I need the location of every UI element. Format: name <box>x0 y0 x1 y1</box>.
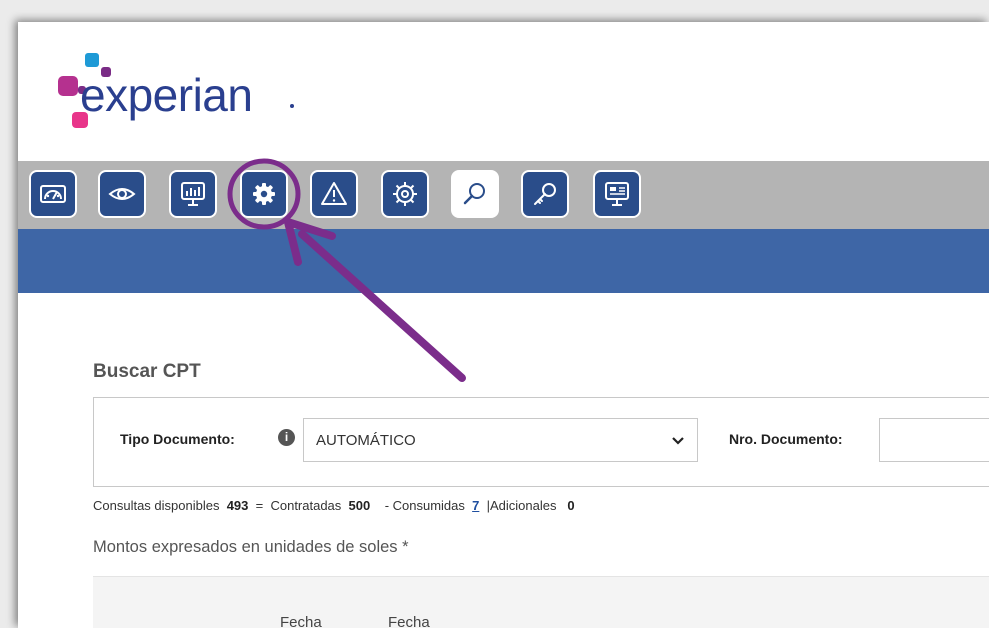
toolbar <box>18 161 989 229</box>
adicionales-label: Adicionales <box>489 498 557 513</box>
tipo-documento-label: Tipo Documento: <box>120 431 235 447</box>
gear-icon <box>253 183 275 205</box>
currency-note: Montos expresados en unidades de soles * <box>93 538 409 556</box>
logo-dot-magenta <box>58 76 78 96</box>
key-icon <box>534 183 556 205</box>
toolbar-monitor-button[interactable] <box>593 170 641 218</box>
disponibles-value: 493 <box>226 498 249 513</box>
toolbar-settings-button[interactable] <box>240 170 288 218</box>
tipo-documento-value: AUTOMÁTICO <box>316 432 416 449</box>
info-icon[interactable]: i <box>278 429 295 446</box>
warning-icon <box>321 182 347 205</box>
adicionales-value: 0 <box>567 498 575 513</box>
eye-icon <box>108 188 136 200</box>
toolbar-reports-button[interactable] <box>169 170 217 218</box>
logo-wordmark: experian <box>80 69 253 121</box>
toolbar-access-button[interactable] <box>521 170 569 218</box>
toolbar-search-button[interactable] <box>451 170 499 218</box>
screen-report-icon <box>605 182 629 206</box>
equals-sign: = <box>255 498 264 513</box>
search-icon <box>463 183 485 205</box>
tipo-documento-select[interactable]: AUTOMÁTICO <box>303 418 698 462</box>
toolbar-dashboard-button[interactable] <box>29 170 77 218</box>
cog-badge-icon <box>393 182 417 206</box>
results-table-header <box>93 576 989 628</box>
toolbar-view-button[interactable] <box>98 170 146 218</box>
page-title: Buscar CPT <box>93 361 201 382</box>
app-window: experian Buscar CPT Tipo Documento: i AU… <box>18 22 989 628</box>
header-bar <box>18 229 989 293</box>
disponibles-label: Consultas disponibles <box>93 498 220 513</box>
monitor-chart-icon <box>181 182 205 206</box>
dashboard-icon <box>40 185 66 203</box>
contratadas-value: 500 <box>348 498 371 513</box>
chevron-down-icon <box>672 437 684 445</box>
consumidas-link[interactable]: 7 <box>472 498 479 513</box>
consumidas-label: - Consumidas <box>384 498 465 513</box>
consultas-stats: Consultas disponibles 493 = Contratadas … <box>93 498 575 513</box>
contratadas-label: Contratadas <box>270 498 342 513</box>
logo-trademark-dot <box>290 104 294 108</box>
nro-documento-label: Nro. Documento: <box>729 431 843 447</box>
column-header-fecha-1: Fecha <box>280 614 322 628</box>
logo-dot-blue <box>85 53 99 67</box>
toolbar-alerts-button[interactable] <box>310 170 358 218</box>
nro-documento-input[interactable] <box>879 418 989 462</box>
column-header-fecha-2: Fecha <box>388 614 430 628</box>
toolbar-config-button[interactable] <box>381 170 429 218</box>
